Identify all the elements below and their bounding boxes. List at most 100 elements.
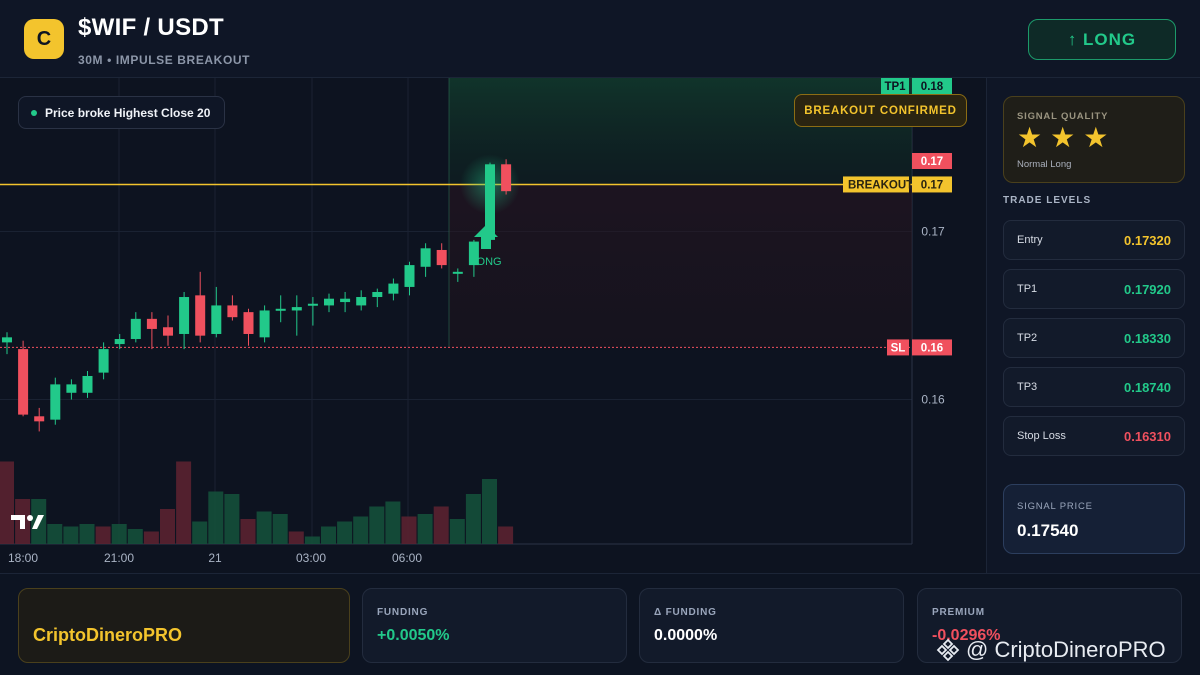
signal-quality-description: Normal Long	[1017, 159, 1072, 170]
volume-bar	[321, 526, 336, 544]
volume-bar	[417, 514, 433, 544]
time-axis-label: 21	[208, 551, 222, 565]
candle-body	[275, 308, 286, 311]
level-name: TP2	[1017, 332, 1038, 344]
level-name: Entry	[1017, 234, 1043, 246]
candle-body	[50, 384, 61, 420]
level-row-tp3[interactable]: TP3 0.18740	[1003, 367, 1185, 407]
volume-bar	[256, 511, 272, 544]
level-value: 0.17320	[1124, 233, 1171, 248]
volume-bar	[208, 491, 224, 544]
candle-body	[291, 307, 302, 311]
exchange-logo-icon	[936, 638, 960, 662]
price-axis-label: 0.17	[921, 225, 945, 239]
volume-bar	[143, 531, 159, 544]
quality-stars: ★ ★ ★	[1017, 124, 1108, 152]
volume-bar	[224, 494, 240, 544]
candle-body	[420, 248, 431, 267]
volume-bar	[63, 526, 79, 544]
volume-bar	[240, 519, 256, 544]
brand-card: CriptoDineroPRO	[18, 588, 350, 663]
level-value: 0.17920	[1124, 282, 1171, 297]
candle-body	[372, 291, 383, 298]
level-value: 0.16310	[1124, 429, 1171, 444]
candle-body	[195, 295, 206, 336]
volume-bar	[288, 531, 304, 544]
watermark-text: @ CriptoDineroPRO	[966, 637, 1166, 662]
delta-funding-card: Δ FUNDING 0.0000%	[639, 588, 904, 663]
status-dot-icon	[31, 109, 37, 116]
stop-loss-zone	[449, 184, 912, 348]
signal-price-card: SIGNAL PRICE 0.17540	[1003, 484, 1185, 554]
volume-bar	[465, 494, 481, 544]
star-icon: ★	[1017, 122, 1043, 153]
long-button[interactable]: ↑ LONG	[1028, 19, 1176, 60]
level-row-stop-loss[interactable]: Stop Loss 0.16310	[1003, 416, 1185, 456]
volume-bar	[304, 536, 320, 544]
funding-card: FUNDING +0.0050%	[362, 588, 627, 663]
volume-bar	[95, 526, 111, 544]
candle-body	[114, 339, 125, 345]
footer-bar: CriptoDineroPRO FUNDING +0.0050% Δ FUNDI…	[0, 573, 1200, 675]
volume-bar	[449, 519, 465, 544]
candle-body	[211, 305, 222, 334]
volume-bar	[176, 461, 192, 544]
signal-quality-card: SIGNAL QUALITY ★ ★ ★ Normal Long	[1003, 96, 1185, 183]
candle-body	[2, 337, 12, 343]
level-value: 0.18330	[1124, 331, 1171, 346]
candle-body	[98, 349, 109, 373]
tp1-tag-label: TP1	[884, 81, 906, 93]
time-axis-label: 06:00	[392, 551, 422, 565]
time-axis-label: 03:00	[296, 551, 326, 565]
brand-name: CriptoDineroPRO	[33, 625, 183, 645]
candle-body	[436, 249, 447, 266]
sl-tag-label: SL	[891, 342, 906, 354]
funding-label: FUNDING	[377, 607, 429, 618]
candlestick-chart[interactable]: LONG 0.17 0.16 18:00 21:00 21 03:00 06:00 TP1 0…	[0, 78, 986, 573]
candle-body	[388, 283, 399, 294]
chart-area[interactable]: LONG 0.17 0.16 18:00 21:00 21 03:00 06:00 TP1 0…	[0, 78, 986, 573]
funding-value: +0.0050%	[377, 627, 450, 644]
level-row-tp1[interactable]: TP1 0.17920	[1003, 269, 1185, 309]
candle-body	[146, 318, 157, 329]
candle-body	[404, 265, 415, 287]
time-axis-label: 18:00	[8, 551, 38, 565]
tradingview-logo-icon	[11, 515, 44, 529]
volume-bar	[192, 521, 208, 544]
sl-tag-value: 0.16	[921, 342, 943, 354]
volume-bar	[369, 506, 385, 544]
price-axis-label: 0.16	[921, 393, 945, 407]
trade-levels-title: TRADE LEVELS	[1003, 195, 1092, 206]
candle-body	[227, 305, 238, 318]
pair-title: $WIF / USDT	[78, 14, 224, 41]
pair-subtitle: 30M • IMPULSE BREAKOUT	[78, 53, 251, 67]
watermark: @ CriptoDineroPRO	[936, 637, 1166, 663]
premium-label: PREMIUM	[932, 607, 985, 618]
volume-bar	[385, 501, 401, 544]
signal-quality-label: SIGNAL QUALITY	[1017, 111, 1109, 122]
breakout-tag-label: BREAKOUT	[848, 179, 913, 191]
tp1-tag-value: 0.18	[921, 81, 944, 93]
level-row-entry[interactable]: Entry 0.17320	[1003, 220, 1185, 260]
breakout-confirmed-badge: BREAKOUT CONFIRMED	[794, 94, 967, 127]
candle-body	[243, 312, 254, 334]
candle-body	[66, 384, 77, 393]
header-bar: C $WIF / USDT 30M • IMPULSE BREAKOUT ↑ L…	[0, 0, 1200, 78]
candle-body	[324, 298, 334, 306]
volume-bar	[482, 479, 497, 544]
delta-funding-value: 0.0000%	[654, 627, 718, 644]
candle-body	[34, 416, 45, 422]
candle-body	[259, 310, 270, 338]
volume-bar	[127, 529, 143, 544]
candle-body	[307, 303, 318, 306]
level-name: Stop Loss	[1017, 430, 1066, 442]
time-axis-label: 21:00	[104, 551, 134, 565]
signal-reason-pill: Price broke Highest Close 20	[18, 96, 226, 129]
candle-body	[452, 271, 463, 274]
volume-bar	[160, 509, 175, 544]
delta-funding-label: Δ FUNDING	[654, 607, 717, 618]
candle-body	[356, 297, 367, 306]
level-row-tp2[interactable]: TP2 0.18330	[1003, 318, 1185, 358]
volume-bar	[337, 521, 353, 544]
candle-body	[163, 327, 173, 336]
